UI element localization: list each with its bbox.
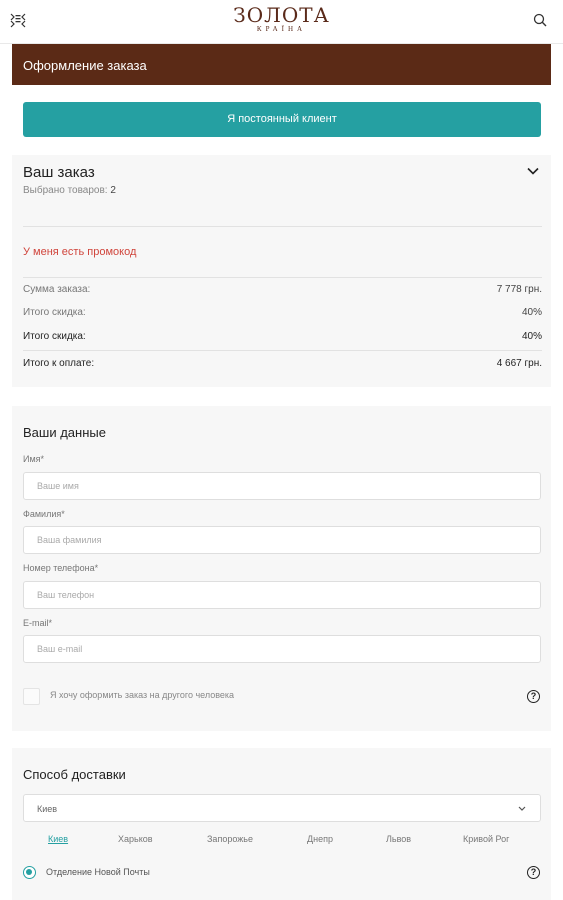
- help-icon[interactable]: ?: [527, 866, 540, 879]
- section-title: Ваши данные: [23, 425, 106, 440]
- sum-value: 7 778 грн.: [496, 284, 542, 295]
- total-to-pay-label: Итого к оплате:: [23, 358, 95, 369]
- total-discount-value: 40%: [521, 331, 542, 342]
- discount-label: Итого скидка:: [23, 307, 86, 318]
- total-discount-row: Итого скидка: 40%: [23, 331, 542, 345]
- last-name-input[interactable]: [23, 526, 541, 554]
- quick-city-links: Киев Харьков Запорожье Днепр Львов Криво…: [23, 834, 541, 848]
- checkout-banner: Оформление заказа: [12, 44, 551, 85]
- help-icon[interactable]: ?: [527, 690, 540, 703]
- order-sum-row: Сумма заказа: 7 778 грн.: [23, 284, 542, 298]
- total-discount-label: Итого скидка:: [23, 331, 86, 342]
- site-logo[interactable]: ЗОЛОТА КРАЇНА: [0, 5, 563, 34]
- search-icon[interactable]: [533, 13, 547, 27]
- order-title: Ваш заказ: [23, 164, 95, 181]
- logo-main-text: ЗОЛОТА: [233, 3, 330, 27]
- customer-data-card: Ваши данные Имя* Фамилия* Номер телефона…: [12, 406, 551, 731]
- nova-poshta-radio[interactable]: [23, 866, 36, 879]
- phone-input[interactable]: [23, 581, 541, 609]
- city-link-dnipro[interactable]: Днепр: [307, 834, 333, 844]
- first-name-input[interactable]: [23, 472, 541, 500]
- chevron-down-icon: [518, 806, 526, 811]
- logo-sub-text: КРАЇНА: [256, 25, 307, 33]
- delivery-card: Способ доставки Киев Киев Харьков Запоро…: [12, 748, 551, 900]
- sum-label: Сумма заказа:: [23, 284, 91, 295]
- order-summary-card: Ваш заказ Выбрано товаров: 2 У меня есть…: [12, 155, 551, 387]
- discount-row: Итого скидка: 40%: [23, 307, 542, 321]
- promo-code-link[interactable]: У меня есть промокод: [23, 246, 136, 258]
- divider: [23, 226, 542, 227]
- last-name-label: Фамилия*: [23, 509, 65, 519]
- phone-label: Номер телефона*: [23, 563, 99, 573]
- city-link-kryvyi-rih[interactable]: Кривой Рог: [463, 834, 509, 844]
- other-person-checkbox[interactable]: [23, 688, 40, 705]
- discount-value: 40%: [521, 307, 542, 318]
- city-link-lviv[interactable]: Львов: [386, 834, 411, 844]
- selected-items-count: Выбрано товаров: 2: [23, 185, 116, 196]
- city-link-zaporizhzhia[interactable]: Запорожье: [207, 834, 253, 844]
- nova-poshta-radio-label[interactable]: Отделение Новой Почты: [46, 867, 150, 877]
- first-name-label: Имя*: [23, 454, 45, 464]
- divider: [23, 277, 542, 278]
- city-select[interactable]: Киев: [23, 794, 541, 822]
- selected-items-value: 2: [110, 185, 116, 196]
- total-to-pay-row: Итого к оплате: 4 667 грн.: [23, 358, 542, 372]
- city-link-kyiv[interactable]: Киев: [48, 834, 68, 844]
- page-title: Оформление заказа: [23, 58, 147, 73]
- other-person-checkbox-label[interactable]: Я хочу оформить заказ на другого человек…: [50, 690, 234, 700]
- site-header: ЗОЛОТА КРАЇНА: [0, 0, 563, 44]
- email-input[interactable]: [23, 635, 541, 663]
- city-link-kharkiv[interactable]: Харьков: [118, 834, 153, 844]
- section-title: Способ доставки: [23, 767, 126, 782]
- total-to-pay-value: 4 667 грн.: [496, 358, 542, 369]
- regular-client-button[interactable]: Я постоянный клиент: [23, 102, 541, 137]
- email-label: E-mail*: [23, 618, 53, 628]
- selected-items-label: Выбрано товаров:: [23, 185, 108, 196]
- chevron-down-icon[interactable]: [527, 167, 539, 175]
- city-select-value: Киев: [37, 804, 58, 814]
- divider: [23, 350, 542, 351]
